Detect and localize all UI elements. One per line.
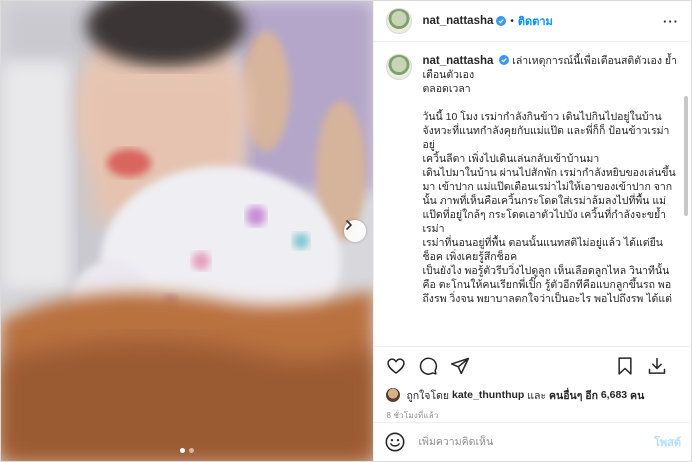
carousel-dot-active <box>180 448 185 453</box>
author-username[interactable]: nat_nattasha <box>422 15 493 27</box>
post-timestamp[interactable]: 8 ชั่วโมงที่แล้ว <box>374 405 691 422</box>
action-bar <box>374 346 691 385</box>
download-icon[interactable] <box>647 356 667 376</box>
post-sidebar: nat_nattasha • ติดตาม ··· nat_nattasha เ… <box>373 1 691 461</box>
comment-bar: โพสต์ <box>374 422 691 461</box>
likes-suffix: คน <box>630 389 645 402</box>
follow-button[interactable]: ติดตาม <box>518 12 553 30</box>
liker-username[interactable]: kate_thunthup <box>452 389 524 401</box>
caption-author-username[interactable]: nat_nattasha <box>422 55 493 67</box>
caption-text: วันนี้ 10 โมง เรม่ากำลังกินข้าว เดินไปกิ… <box>422 111 676 305</box>
post-header: nat_nattasha • ติดตาม ··· <box>374 1 691 42</box>
verified-badge-icon <box>496 16 507 26</box>
send-icon[interactable] <box>450 356 470 376</box>
chevron-right-icon <box>346 220 352 230</box>
more-options-button[interactable]: ··· <box>663 14 679 29</box>
caption-area[interactable]: nat_nattasha เล่าเหตุการณ์นี้เพื่อเตือนส… <box>374 42 691 346</box>
caption-scrollbar[interactable] <box>684 96 688 216</box>
carousel-dot <box>189 448 194 453</box>
carousel-indicator <box>180 448 194 453</box>
heart-icon[interactable] <box>386 356 406 376</box>
caption-body: nat_nattasha เล่าเหตุการณ์นี้เพื่อเตือนส… <box>422 54 679 306</box>
author-avatar[interactable] <box>386 8 413 34</box>
bookmark-icon[interactable] <box>615 356 635 376</box>
header-separator: • <box>510 15 514 27</box>
likes-prefix: ถูกใจโดย <box>406 389 450 402</box>
verified-badge-icon <box>499 55 510 65</box>
blurred-photo-illustration <box>1 1 374 461</box>
comment-icon[interactable] <box>418 356 438 376</box>
likes-summary: ถูกใจโดย kate_thunthup และ คนอื่นๆ อีก 6… <box>374 385 691 405</box>
comment-input[interactable] <box>416 435 654 449</box>
emoji-icon[interactable] <box>384 431 406 453</box>
likes-middle: และ <box>527 389 547 402</box>
likes-others-link[interactable]: คนอื่นๆ อีก <box>549 387 598 404</box>
instagram-post: nat_nattasha • ติดตาม ··· nat_nattasha เ… <box>0 0 692 462</box>
carousel-next-button[interactable] <box>344 220 366 242</box>
caption-author-avatar[interactable] <box>386 54 413 80</box>
caption: nat_nattasha เล่าเหตุการณ์นี้เพื่อเตือนส… <box>386 54 679 306</box>
post-comment-button[interactable]: โพสต์ <box>654 433 681 451</box>
likes-count[interactable]: 6,683 <box>601 389 627 401</box>
liker-avatar[interactable] <box>386 388 401 402</box>
post-photo[interactable] <box>1 1 374 461</box>
